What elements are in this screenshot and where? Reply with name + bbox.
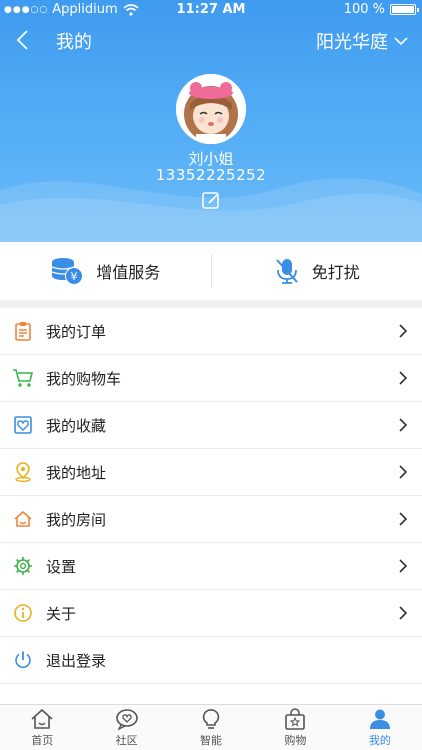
- avatar[interactable]: [176, 74, 246, 144]
- tab-mine[interactable]: 我的: [338, 705, 422, 750]
- chevron-right-icon: [399, 465, 408, 479]
- status-bar: ●●●○○ Applidium 11:27 AM 100 %: [0, 0, 422, 20]
- bulb-icon: [202, 708, 220, 729]
- user-phone: 13352225252: [155, 166, 267, 184]
- coins-icon: ¥: [52, 258, 84, 285]
- community-icon: [115, 708, 138, 730]
- do-not-disturb-button[interactable]: 免打扰: [212, 242, 422, 300]
- gear-icon: [14, 557, 32, 575]
- menu-item-label: 我的收藏: [46, 416, 107, 435]
- favorite-icon: [14, 416, 32, 434]
- menu-item-address[interactable]: 我的地址: [0, 449, 422, 496]
- quick-actions: ¥ 增值服务 免打扰: [0, 242, 422, 300]
- menu-item-label: 我的房间: [46, 510, 107, 529]
- user-icon: [369, 709, 390, 729]
- menu-item-settings[interactable]: 设置: [0, 543, 422, 590]
- value-added-services-label: 增值服务: [96, 263, 161, 282]
- tab-bar: 首页 社区 智能 购物 我的: [0, 704, 422, 750]
- menu-item-about[interactable]: 关于: [0, 590, 422, 637]
- menu-item-logout[interactable]: 退出登录: [0, 637, 422, 684]
- shopping-bag-icon: [285, 707, 306, 730]
- back-arrow-icon[interactable]: [12, 28, 36, 52]
- home-icon: [31, 708, 53, 729]
- chevron-right-icon: [399, 512, 408, 526]
- tab-home[interactable]: 首页: [0, 705, 84, 750]
- menu-item-favorites[interactable]: 我的收藏: [0, 402, 422, 449]
- menu-list: 我的订单 我的购物车 我的收藏 我的地址 我的房间 设置 关于 退出登录: [0, 308, 422, 684]
- mute-mic-icon: [275, 259, 298, 284]
- menu-item-label: 我的地址: [46, 463, 107, 482]
- page-title: 我的: [56, 32, 92, 53]
- edit-icon[interactable]: [200, 190, 222, 212]
- profile-header: ●●●○○ Applidium 11:27 AM 100 % 我的 阳光华庭 刘…: [0, 0, 422, 242]
- nav-bar: 我的 阳光华庭: [0, 22, 422, 58]
- order-icon: [15, 322, 31, 341]
- tab-label: 购物: [284, 733, 307, 747]
- do-not-disturb-label: 免打扰: [311, 263, 360, 282]
- location-icon: [15, 462, 31, 482]
- community-selector[interactable]: 阳光华庭: [316, 28, 408, 54]
- tab-label: 我的: [368, 733, 391, 747]
- info-icon: [14, 604, 32, 622]
- menu-item-cart[interactable]: 我的购物车: [0, 355, 422, 402]
- house-icon: [14, 510, 32, 527]
- value-added-services-button[interactable]: ¥ 增值服务: [0, 242, 211, 300]
- tab-label: 社区: [115, 733, 138, 747]
- chevron-right-icon: [399, 324, 408, 338]
- section-gap: [0, 300, 422, 308]
- menu-item-label: 关于: [46, 604, 77, 623]
- svg-text:¥: ¥: [71, 270, 78, 283]
- chevron-down-icon: [394, 37, 408, 46]
- menu-item-label: 退出登录: [46, 651, 107, 670]
- tab-community[interactable]: 社区: [84, 705, 168, 750]
- battery-icon: [390, 4, 419, 15]
- menu-item-room[interactable]: 我的房间: [0, 496, 422, 543]
- chevron-right-icon: [399, 371, 408, 385]
- power-icon: [15, 651, 31, 668]
- chevron-right-icon: [399, 418, 408, 432]
- menu-item-label: 设置: [46, 557, 77, 576]
- tab-smart[interactable]: 智能: [169, 705, 253, 750]
- menu-item-orders[interactable]: 我的订单: [0, 308, 422, 355]
- battery-label: 100 %: [343, 2, 385, 17]
- tab-label: 首页: [31, 733, 54, 747]
- battery: 100 %: [343, 2, 419, 17]
- menu-item-label: 我的订单: [46, 322, 107, 341]
- tab-label: 智能: [200, 733, 223, 747]
- menu-item-label: 我的购物车: [46, 369, 122, 388]
- cart-icon: [13, 369, 34, 387]
- tab-shopping[interactable]: 购物: [253, 705, 337, 750]
- community-label: 阳光华庭: [316, 32, 388, 53]
- avatar-illustration: [176, 74, 246, 144]
- chevron-right-icon: [399, 559, 408, 573]
- chevron-right-icon: [399, 606, 408, 620]
